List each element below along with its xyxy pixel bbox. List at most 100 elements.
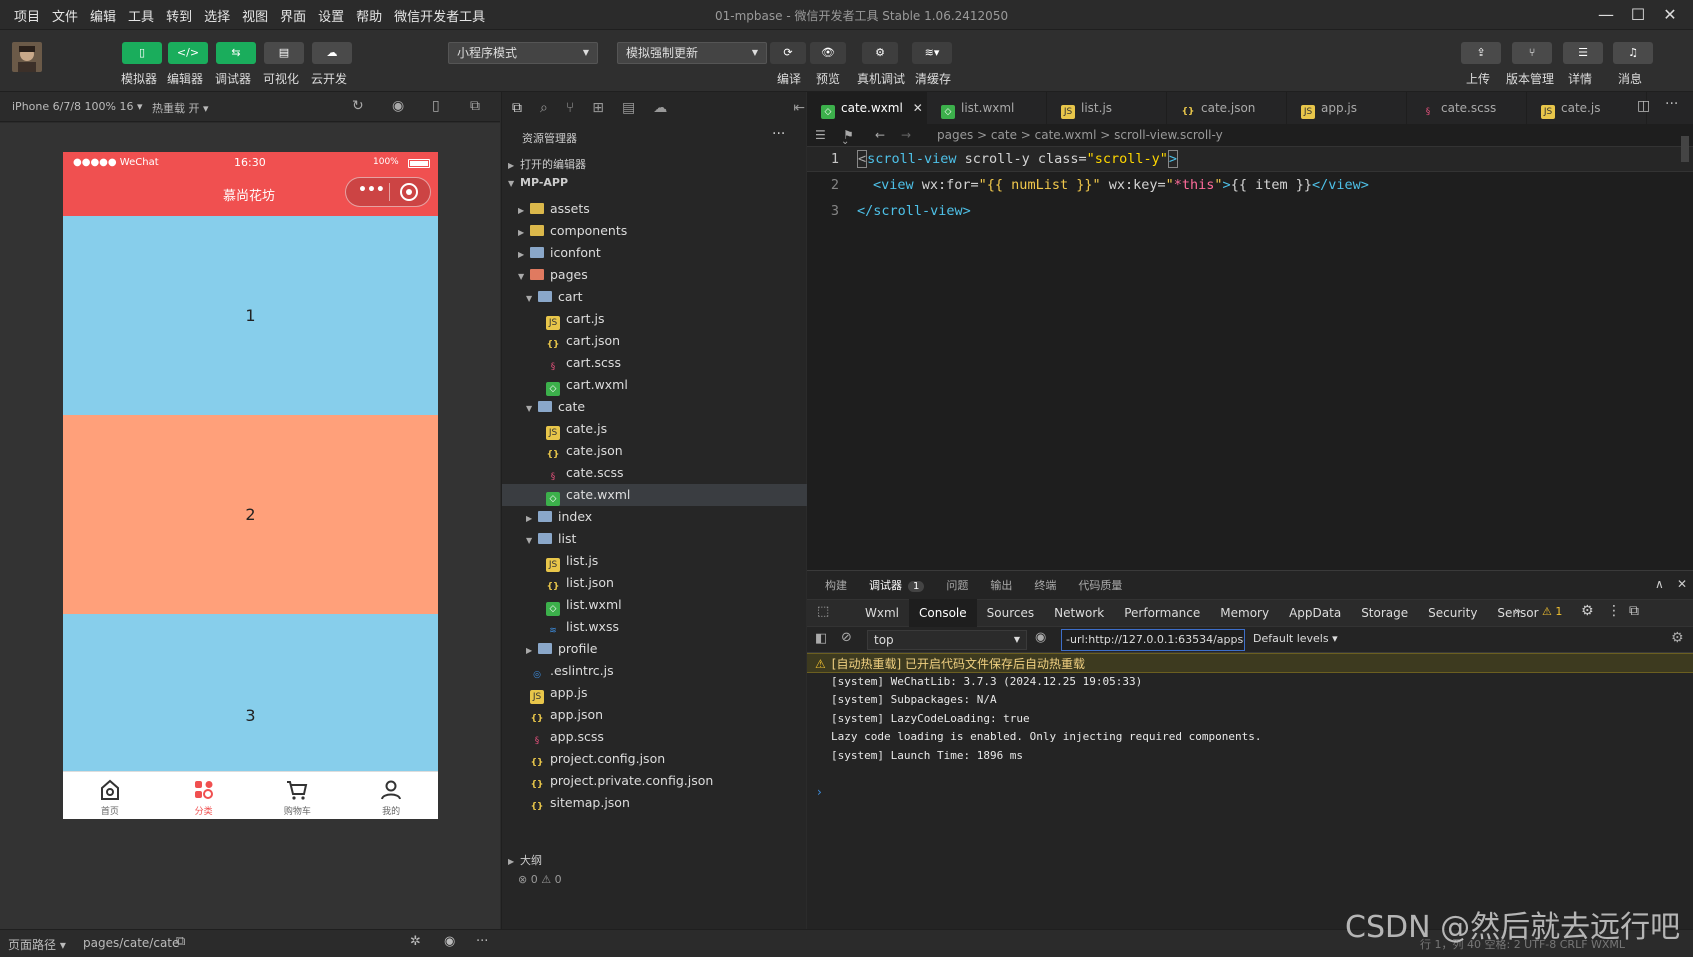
tree-file[interactable]: {} cate.json xyxy=(502,440,807,462)
tree-file[interactable]: JS list.js xyxy=(502,550,807,572)
menu-item[interactable]: 设置 xyxy=(312,6,350,25)
hotreload-toggle[interactable]: 热重载 开 ▾ xyxy=(152,100,209,116)
devtools-tab[interactable]: Wxml xyxy=(855,599,909,627)
toolbar-button[interactable]: ▯ xyxy=(122,42,162,64)
devtools-top-tab[interactable]: 输出 xyxy=(990,577,1012,593)
device-debug-button[interactable]: ⚙ xyxy=(862,42,898,64)
tree-file[interactable]: {} project.config.json xyxy=(502,748,807,770)
eye-icon[interactable]: ◉ xyxy=(444,934,455,949)
menu-item[interactable]: 编辑 xyxy=(84,6,122,25)
close-window-button[interactable]: ✕ xyxy=(1659,4,1681,26)
devtools-top-tab[interactable]: 构建 xyxy=(825,577,847,593)
eye-icon[interactable]: ◉ xyxy=(1035,630,1046,645)
back-icon[interactable]: ← xyxy=(875,124,885,146)
tree-file[interactable]: ◇ list.wxml xyxy=(502,594,807,616)
tree-file[interactable]: ◇ cate.wxml xyxy=(502,484,807,506)
tree-folder[interactable]: ▶ assets xyxy=(502,198,807,220)
devtools-tab[interactable]: Console xyxy=(909,599,977,627)
tree-file[interactable]: {} cart.json xyxy=(502,330,807,352)
warning-count[interactable]: ⚠ 1 xyxy=(1542,605,1562,618)
tree-file[interactable]: {} list.json xyxy=(502,572,807,594)
devtools-top-tab[interactable]: 问题 xyxy=(946,577,968,593)
tree-file[interactable]: JS cate.js xyxy=(502,418,807,440)
tree-folder[interactable]: ▼ cate xyxy=(502,396,807,418)
toolbar-button[interactable]: ▤ xyxy=(264,42,304,64)
toolbar-right-button[interactable]: ⑂ xyxy=(1512,42,1552,64)
compile-button[interactable]: ⟳ xyxy=(770,42,806,64)
menu-item[interactable]: 微信开发者工具 xyxy=(388,6,491,25)
devtools-tab[interactable]: Memory xyxy=(1210,599,1279,627)
collapse-devtools-icon[interactable]: ∧ xyxy=(1655,577,1664,591)
dock-icon[interactable]: ⧉ xyxy=(1629,603,1639,619)
inspect-icon[interactable]: ⬚ xyxy=(817,604,829,619)
outline-header[interactable]: ▶ 大纲 xyxy=(508,852,542,868)
context-select[interactable]: top ▼ xyxy=(867,630,1027,650)
devtools-top-tab[interactable]: 调试器 1 xyxy=(869,577,925,593)
console-settings-icon[interactable]: ⚙ xyxy=(1671,630,1684,646)
clear-console-icon[interactable]: ⊘ xyxy=(841,630,852,645)
tab-category[interactable]: 分类 xyxy=(157,772,251,819)
toolbar-right-button[interactable]: ⇪ xyxy=(1461,42,1501,64)
tree-file[interactable]: ◇ cart.wxml xyxy=(502,374,807,396)
files-icon[interactable]: ⧉ xyxy=(512,100,522,116)
devtools-tab[interactable]: Sources xyxy=(977,599,1044,627)
devtools-tab[interactable]: Storage xyxy=(1351,599,1418,627)
tree-file[interactable]: {} app.json xyxy=(502,704,807,726)
device-select[interactable]: iPhone 6/7/8 100% 16 ▾ xyxy=(12,100,143,113)
tree-file[interactable]: {} sitemap.json xyxy=(502,792,807,814)
forward-icon[interactable]: → xyxy=(901,124,911,146)
log-levels-select[interactable]: Default levels ▾ xyxy=(1253,632,1338,645)
editor-tab[interactable]: JS app.js xyxy=(1287,92,1407,124)
tree-folder[interactable]: ▶ profile xyxy=(502,638,807,660)
bottom-more-icon[interactable]: ··· xyxy=(476,934,488,949)
editor-tab[interactable]: JS cate.js xyxy=(1527,92,1647,124)
toolbar-button[interactable]: ⇆ xyxy=(216,42,256,64)
phone-icon[interactable]: ▯ xyxy=(432,98,440,114)
tree-folder[interactable]: ▶ components xyxy=(502,220,807,242)
explorer-more-icon[interactable]: ··· xyxy=(772,126,785,142)
maximize-button[interactable]: ☐ xyxy=(1627,4,1649,26)
fold-icon[interactable]: ⌄ xyxy=(841,136,849,147)
preview-button[interactable]: 👁︎ xyxy=(810,42,846,64)
toolbar-right-button[interactable]: ☰ xyxy=(1563,42,1603,64)
tab-profile[interactable]: 我的 xyxy=(344,772,438,819)
mode-select[interactable]: 小程序模式 ▼ xyxy=(448,42,598,64)
project-root-header[interactable]: ▼ MP-APP xyxy=(508,176,568,189)
menu-item[interactable]: 帮助 xyxy=(350,6,388,25)
tab-home[interactable]: 首页 xyxy=(63,772,157,819)
toolbar-button[interactable]: </> xyxy=(168,42,208,64)
extensions-icon[interactable]: ⊞ xyxy=(592,100,604,116)
git-icon[interactable]: ⑂ xyxy=(566,100,574,116)
cloud-icon[interactable]: ☁ xyxy=(653,100,667,116)
tree-file[interactable]: {} project.private.config.json xyxy=(502,770,807,792)
devtools-tab[interactable]: AppData xyxy=(1279,599,1351,627)
kebab-icon[interactable]: ⋮ xyxy=(1607,603,1621,619)
split-editor-icon[interactable]: ◫ xyxy=(1637,98,1650,114)
menu-item[interactable]: 工具 xyxy=(122,6,160,25)
tree-file[interactable]: § cart.scss xyxy=(502,352,807,374)
console-filter-input[interactable]: -url:http://127.0.0.1:63534/appse xyxy=(1061,629,1245,651)
close-mini-icon[interactable] xyxy=(400,183,418,201)
editor-more-icon[interactable]: ··· xyxy=(1665,96,1678,112)
avatar[interactable] xyxy=(12,42,42,72)
code-line-2[interactable]: <view wx:for="{{ numList }}" wx:key="*th… xyxy=(873,172,1369,198)
devtools-tab[interactable]: Security xyxy=(1418,599,1487,627)
menu-item[interactable]: 文件 xyxy=(46,6,84,25)
editor-tab[interactable]: § cate.scss xyxy=(1407,92,1527,124)
tree-folder[interactable]: ▼ pages xyxy=(502,264,807,286)
devtools-tab[interactable]: Performance xyxy=(1114,599,1210,627)
list-icon[interactable]: ☰ xyxy=(815,124,826,146)
toolbar-button[interactable]: ☁ xyxy=(312,42,352,64)
editor-tab[interactable]: JS list.js xyxy=(1047,92,1167,124)
devtools-top-tab[interactable]: 终端 xyxy=(1034,577,1056,593)
tree-folder[interactable]: ▼ cart xyxy=(502,286,807,308)
open-editors-header[interactable]: ▶ 打开的编辑器 xyxy=(508,156,586,172)
devtools-top-tab[interactable]: 代码质量 xyxy=(1078,577,1122,593)
search-icon[interactable]: ⌕ xyxy=(540,100,548,116)
rotate-icon[interactable]: ↻ xyxy=(352,98,364,114)
close-tab-icon[interactable]: ✕ xyxy=(913,101,923,115)
more-icon[interactable]: ••• xyxy=(358,182,385,198)
popout-icon[interactable]: ⧉ xyxy=(470,98,480,114)
minimize-button[interactable]: — xyxy=(1595,4,1617,26)
more-tabs-icon[interactable]: » xyxy=(1514,604,1521,618)
